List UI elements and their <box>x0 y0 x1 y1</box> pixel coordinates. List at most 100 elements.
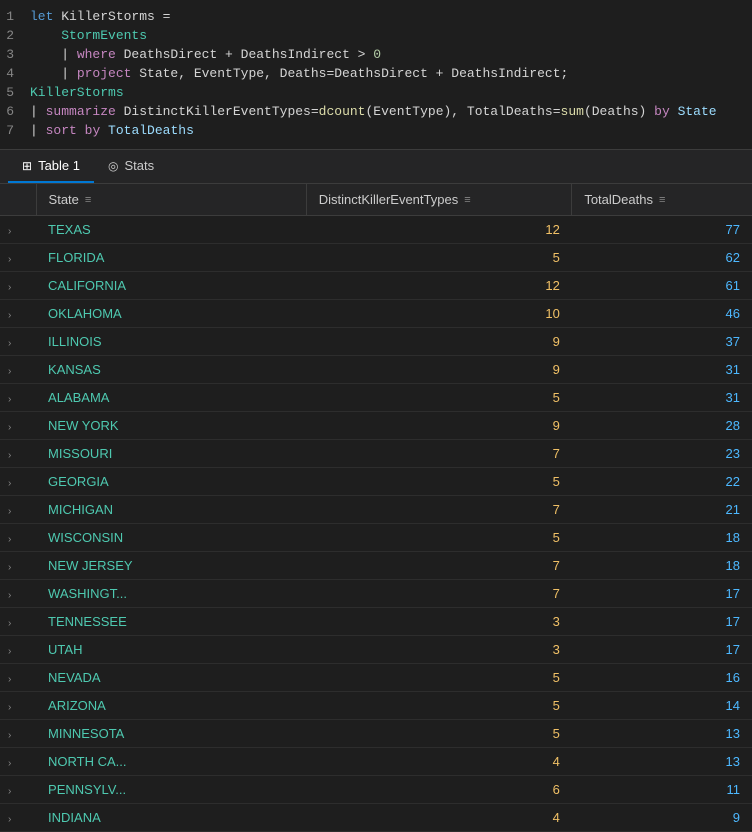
cell-total: 31 <box>572 384 752 412</box>
expand-cell[interactable]: › <box>0 440 36 468</box>
cell-distinct: 7 <box>306 580 572 608</box>
cell-state: NEW JERSEY <box>36 552 306 580</box>
table-row[interactable]: ›ALABAMA531 <box>0 384 752 412</box>
table-row[interactable]: ›OKLAHOMA1046 <box>0 300 752 328</box>
chevron-right-icon: › <box>8 730 11 741</box>
cell-total: 18 <box>572 552 752 580</box>
line-content: | sort by TotalDeaths <box>30 123 752 138</box>
chevron-right-icon: › <box>8 338 11 349</box>
table-body: ›TEXAS1277›FLORIDA562›CALIFORNIA1261›OKL… <box>0 216 752 832</box>
table-row[interactable]: ›PENNSYLV...611 <box>0 776 752 804</box>
table-row[interactable]: ›WASHINGT...717 <box>0 580 752 608</box>
expand-cell[interactable]: › <box>0 692 36 720</box>
cell-state: OKLAHOMA <box>36 300 306 328</box>
code-line-4: 4 | project State, EventType, Deaths=Dea… <box>0 65 752 84</box>
table-row[interactable]: ›NEW YORK928 <box>0 412 752 440</box>
expand-cell[interactable]: › <box>0 664 36 692</box>
chevron-right-icon: › <box>8 758 11 769</box>
expand-cell[interactable]: › <box>0 776 36 804</box>
chevron-right-icon: › <box>8 310 11 321</box>
th-distinct[interactable]: DistinctKillerEventTypes ≡ <box>306 184 572 216</box>
expand-cell[interactable]: › <box>0 468 36 496</box>
expand-cell[interactable]: › <box>0 580 36 608</box>
table-row[interactable]: ›GEORGIA522 <box>0 468 752 496</box>
tab-label: Stats <box>124 158 154 173</box>
cell-distinct: 6 <box>306 776 572 804</box>
cell-state: NORTH CA... <box>36 748 306 776</box>
expand-cell[interactable]: › <box>0 356 36 384</box>
tab-stats[interactable]: ◎Stats <box>94 150 168 183</box>
expand-cell[interactable]: › <box>0 244 36 272</box>
cell-total: 46 <box>572 300 752 328</box>
line-number: 2 <box>0 28 30 43</box>
th-total[interactable]: TotalDeaths ≡ <box>572 184 752 216</box>
expand-cell[interactable]: › <box>0 328 36 356</box>
chevron-right-icon: › <box>8 254 11 265</box>
expand-cell[interactable]: › <box>0 608 36 636</box>
col-distinct-label: DistinctKillerEventTypes <box>319 192 458 207</box>
table-row[interactable]: ›TEXAS1277 <box>0 216 752 244</box>
line-number: 7 <box>0 123 30 138</box>
table-row[interactable]: ›TENNESSEE317 <box>0 608 752 636</box>
cell-state: WISCONSIN <box>36 524 306 552</box>
table-row[interactable]: ›ILLINOIS937 <box>0 328 752 356</box>
cell-distinct: 7 <box>306 496 572 524</box>
cell-state: FLORIDA <box>36 244 306 272</box>
table-row[interactable]: ›ARIZONA514 <box>0 692 752 720</box>
table-row[interactable]: ›MINNESOTA513 <box>0 720 752 748</box>
table-row[interactable]: ›FLORIDA562 <box>0 244 752 272</box>
table-row[interactable]: ›NEW JERSEY718 <box>0 552 752 580</box>
cell-state: PENNSYLV... <box>36 776 306 804</box>
expand-cell[interactable]: › <box>0 524 36 552</box>
table-row[interactable]: ›NORTH CA...413 <box>0 748 752 776</box>
tab-table-1[interactable]: ⊞Table 1 <box>8 150 94 183</box>
table-row[interactable]: ›NEVADA516 <box>0 664 752 692</box>
cell-state: MISSOURI <box>36 440 306 468</box>
table-row[interactable]: ›WISCONSIN518 <box>0 524 752 552</box>
line-content: | project State, EventType, Deaths=Death… <box>30 66 752 81</box>
expand-cell[interactable]: › <box>0 552 36 580</box>
tab-icon: ⊞ <box>22 159 32 173</box>
table-row[interactable]: ›INDIANA49 <box>0 804 752 832</box>
expand-cell[interactable]: › <box>0 496 36 524</box>
cell-state: CALIFORNIA <box>36 272 306 300</box>
code-line-3: 3 | where DeathsDirect + DeathsIndirect … <box>0 46 752 65</box>
line-content: | summarize DistinctKillerEventTypes=dco… <box>30 104 752 119</box>
cell-total: 22 <box>572 468 752 496</box>
cell-distinct: 5 <box>306 692 572 720</box>
expand-cell[interactable]: › <box>0 216 36 244</box>
cell-total: 14 <box>572 692 752 720</box>
table-row[interactable]: ›MISSOURI723 <box>0 440 752 468</box>
cell-state: WASHINGT... <box>36 580 306 608</box>
results-tabs: ⊞Table 1◎Stats <box>0 150 752 184</box>
cell-total: 17 <box>572 608 752 636</box>
expand-cell[interactable]: › <box>0 804 36 832</box>
cell-distinct: 9 <box>306 356 572 384</box>
cell-total: 61 <box>572 272 752 300</box>
expand-cell[interactable]: › <box>0 300 36 328</box>
table-row[interactable]: ›UTAH317 <box>0 636 752 664</box>
expand-cell[interactable]: › <box>0 720 36 748</box>
results-table: State ≡ DistinctKillerEventTypes ≡ Total… <box>0 184 752 832</box>
expand-cell[interactable]: › <box>0 748 36 776</box>
cell-total: 23 <box>572 440 752 468</box>
code-line-1: 1let KillerStorms = <box>0 8 752 27</box>
expand-cell[interactable]: › <box>0 636 36 664</box>
chevron-right-icon: › <box>8 618 11 629</box>
cell-state: ILLINOIS <box>36 328 306 356</box>
line-content: let KillerStorms = <box>30 9 752 24</box>
chevron-right-icon: › <box>8 506 11 517</box>
cell-state: NEW YORK <box>36 412 306 440</box>
cell-state: UTAH <box>36 636 306 664</box>
expand-cell[interactable]: › <box>0 272 36 300</box>
expand-cell[interactable]: › <box>0 412 36 440</box>
table-row[interactable]: ›KANSAS931 <box>0 356 752 384</box>
cell-distinct: 5 <box>306 524 572 552</box>
line-number: 3 <box>0 47 30 62</box>
th-state[interactable]: State ≡ <box>36 184 306 216</box>
table-row[interactable]: ›MICHIGAN721 <box>0 496 752 524</box>
table-row[interactable]: ›CALIFORNIA1261 <box>0 272 752 300</box>
expand-cell[interactable]: › <box>0 384 36 412</box>
cell-total: 28 <box>572 412 752 440</box>
code-line-5: 5KillerStorms <box>0 84 752 103</box>
